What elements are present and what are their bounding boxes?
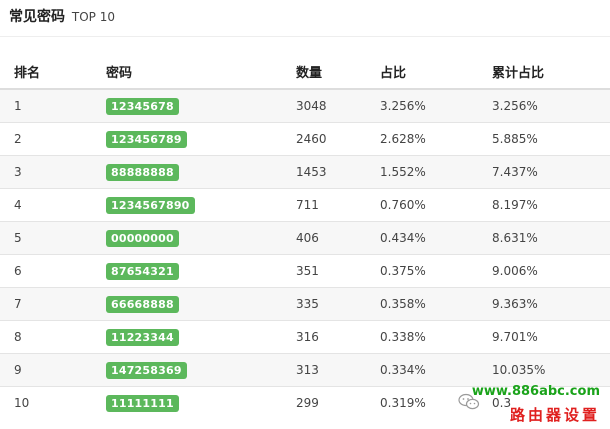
password-badge: 1234567890: [106, 196, 195, 214]
rank-cell: 2: [0, 122, 94, 156]
cumulative-cell: 7.437%: [492, 155, 610, 189]
count-cell: 2460: [296, 122, 380, 156]
rank-cell: 8: [0, 320, 94, 354]
table-row: 6 87654321 351 0.375% 9.006%: [0, 254, 610, 288]
cumulative-cell: 8.197%: [492, 188, 610, 222]
rank-cell: 3: [0, 155, 94, 189]
count-cell: 711: [296, 188, 380, 222]
password-table: 排名 密码 数量 占比 累计占比 1 12345678 3048 3.256% …: [0, 54, 610, 419]
rank-cell: 10: [0, 386, 94, 419]
rank-cell: 6: [0, 254, 94, 288]
password-cell: 00000000: [94, 221, 296, 255]
table-row: 5 00000000 406 0.434% 8.631%: [0, 221, 610, 255]
title-divider: [0, 36, 610, 37]
count-cell: 313: [296, 353, 380, 387]
count-cell: 1453: [296, 155, 380, 189]
share-cell: 0.338%: [380, 320, 492, 354]
watermark-name: 路由器设置: [509, 406, 600, 424]
password-cell: 1234567890: [94, 188, 296, 222]
column-header-rank: 排名: [0, 54, 94, 90]
rank-cell: 9: [0, 353, 94, 387]
password-cell: 12345678: [94, 88, 296, 123]
password-badge: 147258369: [106, 361, 187, 379]
cumulative-cell: 8.631%: [492, 221, 610, 255]
title-subtitle: TOP 10: [71, 10, 115, 24]
table-row: 2 123456789 2460 2.628% 5.885%: [0, 122, 610, 156]
count-cell: 351: [296, 254, 380, 288]
column-header-count: 数量: [296, 54, 380, 90]
rank-cell: 7: [0, 287, 94, 321]
column-header-cumulative: 累计占比: [492, 54, 610, 90]
cumulative-cell: 9.701%: [492, 320, 610, 354]
password-badge: 11223344: [106, 328, 179, 346]
cumulative-cell: 3.256%: [492, 88, 610, 123]
share-cell: 0.358%: [380, 287, 492, 321]
cumulative-cell: 9.363%: [492, 287, 610, 321]
site-watermark: www.886abc.com 路由器设置: [471, 384, 606, 428]
password-cell: 66668888: [94, 287, 296, 321]
count-cell: 3048: [296, 88, 380, 123]
share-cell: 0.434%: [380, 221, 492, 255]
password-badge: 87654321: [106, 262, 179, 280]
table-row: 9 147258369 313 0.334% 10.035%: [0, 353, 610, 387]
password-badge: 66668888: [106, 295, 179, 313]
cumulative-cell: 9.006%: [492, 254, 610, 288]
table-row: 7 66668888 335 0.358% 9.363%: [0, 287, 610, 321]
column-header-password: 密码: [94, 54, 296, 90]
password-stats-page: 常见密码 TOP 10 排名 密码 数量 占比 累计占比 1 12345678 …: [0, 0, 610, 429]
page-title: 常见密码 TOP 10: [9, 6, 115, 26]
share-cell: 1.552%: [380, 155, 492, 189]
password-badge: 11111111: [106, 394, 179, 412]
password-cell: 123456789: [94, 122, 296, 156]
cumulative-cell: 10.035%: [492, 353, 610, 387]
table-body: 1 12345678 3048 3.256% 3.256% 2 12345678…: [0, 88, 610, 419]
cumulative-cell: 5.885%: [492, 122, 610, 156]
share-cell: 0.760%: [380, 188, 492, 222]
rank-cell: 5: [0, 221, 94, 255]
password-cell: 11111111: [94, 386, 296, 419]
rank-cell: 1: [0, 88, 94, 123]
column-header-share: 占比: [380, 54, 492, 90]
header-row: 排名 密码 数量 占比 累计占比: [0, 54, 610, 90]
share-cell: 3.256%: [380, 88, 492, 123]
share-cell: 2.628%: [380, 122, 492, 156]
table-row: 8 11223344 316 0.338% 9.701%: [0, 320, 610, 354]
password-badge: 00000000: [106, 229, 179, 247]
count-cell: 299: [296, 386, 380, 419]
password-badge: 12345678: [106, 97, 179, 115]
table-row: 4 1234567890 711 0.760% 8.197%: [0, 188, 610, 222]
table-row: 3 88888888 1453 1.552% 7.437%: [0, 155, 610, 189]
password-badge: 123456789: [106, 130, 187, 148]
password-cell: 147258369: [94, 353, 296, 387]
table-row: 1 12345678 3048 3.256% 3.256%: [0, 88, 610, 123]
count-cell: 335: [296, 287, 380, 321]
table-header: 排名 密码 数量 占比 累计占比: [0, 54, 610, 90]
password-cell: 11223344: [94, 320, 296, 354]
password-badge: 88888888: [106, 163, 179, 181]
password-cell: 87654321: [94, 254, 296, 288]
rank-cell: 4: [0, 188, 94, 222]
count-cell: 406: [296, 221, 380, 255]
share-cell: 0.334%: [380, 353, 492, 387]
watermark-url: www.886abc.com: [471, 384, 600, 399]
share-cell: 0.375%: [380, 254, 492, 288]
password-cell: 88888888: [94, 155, 296, 189]
title-text: 常见密码: [9, 9, 65, 25]
count-cell: 316: [296, 320, 380, 354]
